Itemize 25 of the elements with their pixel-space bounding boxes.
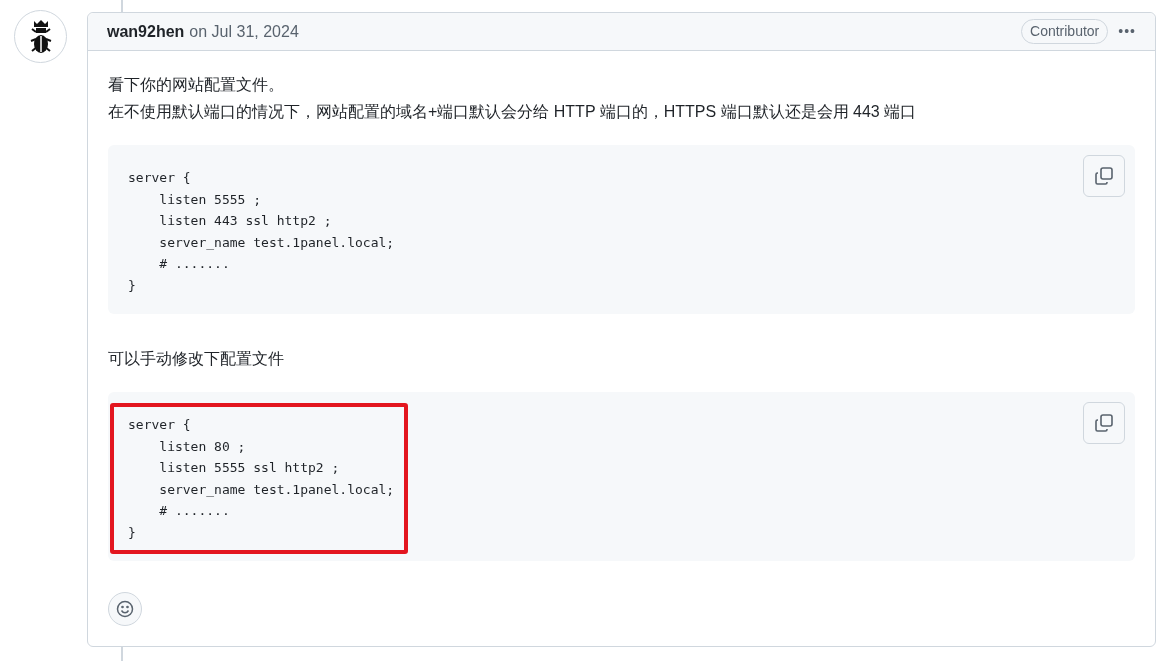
copy-icon <box>1094 166 1114 186</box>
code-line: server_name test.1panel.local; <box>158 233 395 252</box>
code-line: } <box>128 276 136 295</box>
copy-button[interactable] <box>1083 155 1125 197</box>
copy-button[interactable] <box>1083 402 1125 444</box>
more-options-button[interactable]: ••• <box>1118 21 1136 42</box>
comment-text: 看下你的网站配置文件。 <box>108 75 284 95</box>
avatar[interactable] <box>14 10 67 63</box>
code-line: listen 5555 ssl http2 ; <box>158 459 340 477</box>
author-link[interactable]: wan92hen <box>107 19 185 44</box>
code-line: } <box>128 523 136 542</box>
comment-text: 可以手动修改下配置文件 <box>108 349 284 369</box>
code-line: server { <box>128 169 191 187</box>
add-reaction-button[interactable] <box>108 592 142 626</box>
code-line: listen 443 ssl http2 ; <box>158 212 332 230</box>
code-line: # ....... <box>158 255 230 273</box>
code-line: server { <box>128 416 191 434</box>
code-line: listen 5555 ; <box>158 190 262 209</box>
comment-text: 在不使用默认端口的情况下，网站配置的域名+端口默认会分给 HTTP 端口的，HTTPS 端口默认还是会用 443 端口 <box>108 102 917 122</box>
code-line: # ....... <box>158 502 230 520</box>
code-line: server_name test.1panel.local; <box>158 480 395 499</box>
comment-date[interactable]: on Jul 31, 2024 <box>189 19 299 44</box>
copy-icon <box>1094 413 1114 433</box>
smiley-icon <box>116 600 134 618</box>
code-line: listen 80 ; <box>158 437 246 456</box>
